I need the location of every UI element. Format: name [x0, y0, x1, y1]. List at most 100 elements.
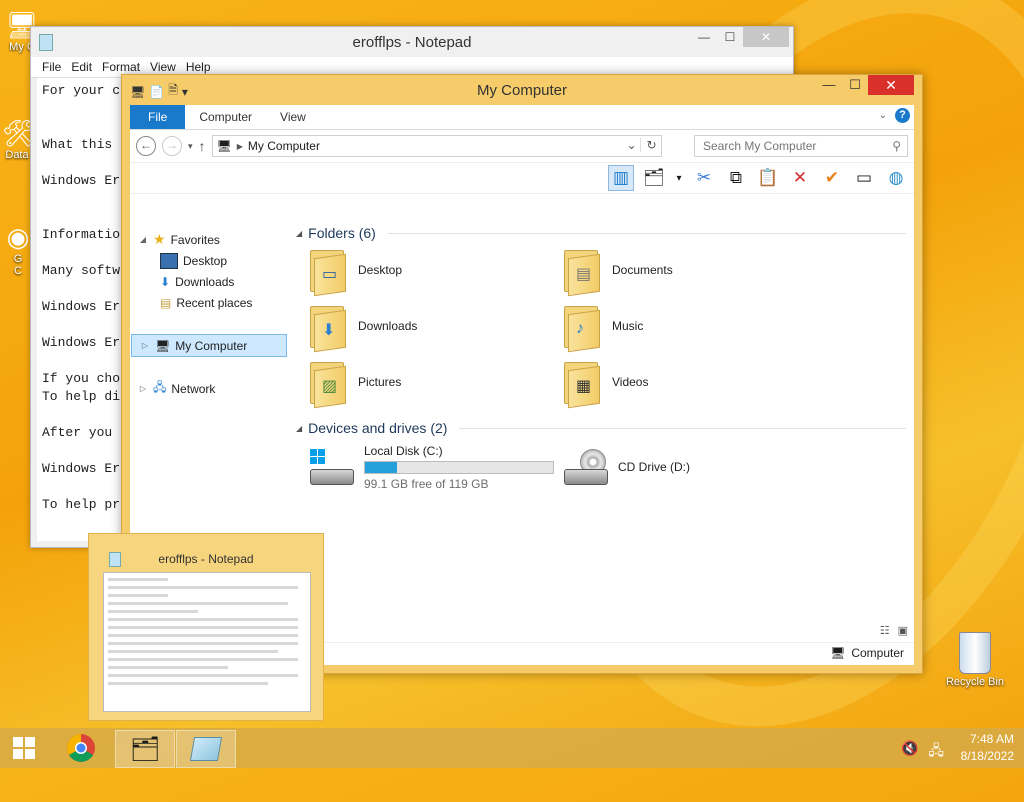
- collapse-arrow-icon[interactable]: ◢: [296, 424, 302, 433]
- network-status-icon[interactable]: 🖧: [928, 740, 944, 764]
- close-button[interactable]: ✕: [743, 27, 789, 47]
- collapse-arrow-icon[interactable]: ◢: [138, 235, 148, 244]
- computer-small-icon: 🖥: [216, 139, 232, 153]
- thumbnail-title: erofflps - Notepad: [158, 552, 254, 566]
- search-icon[interactable]: ⚲: [892, 139, 901, 153]
- forward-button[interactable]: →: [162, 136, 182, 156]
- taskbar-chrome[interactable]: [52, 730, 110, 766]
- taskbar-notepad[interactable]: [176, 730, 236, 768]
- nav-desktop[interactable]: Desktop: [130, 250, 288, 271]
- group-header-devices[interactable]: ◢ Devices and drives (2): [296, 420, 906, 436]
- system-tray: 🔇 🖧: [901, 740, 944, 764]
- maximize-button[interactable]: ☐: [842, 75, 868, 95]
- music-folder-icon: ♪: [562, 304, 602, 353]
- address-dropdown-icon[interactable]: ⌄: [626, 138, 636, 152]
- group-header-folders[interactable]: ◢ Folders (6): [296, 225, 906, 241]
- chrome-icon: [67, 734, 95, 762]
- explorer-title: My Computer: [476, 82, 568, 99]
- ribbon-tabs: File Computer View ⌄ ?: [130, 105, 914, 130]
- desktop-icon-google-chrome[interactable]: ◉ G C: [6, 222, 30, 277]
- cut-icon[interactable]: ✂: [692, 166, 716, 190]
- recent-locations-icon[interactable]: ▾: [188, 141, 193, 152]
- search-box[interactable]: ⚲: [694, 135, 908, 157]
- rename-icon[interactable]: ▭: [852, 166, 876, 190]
- address-bar[interactable]: 🖥 ▶ My Computer ⌄ ↻: [211, 135, 662, 157]
- breadcrumb-separator-icon: ▶: [236, 141, 243, 151]
- taskbar-file-explorer[interactable]: 🗂: [115, 730, 175, 768]
- paste-icon[interactable]: 📋: [756, 166, 780, 190]
- nav-recent-places[interactable]: ▤ Recent places: [130, 292, 288, 313]
- start-button[interactable]: [0, 730, 48, 766]
- expand-arrow-icon[interactable]: ▷: [140, 341, 150, 350]
- delete-icon[interactable]: ✕: [788, 166, 812, 190]
- properties-icon[interactable]: 🗂: [642, 166, 666, 190]
- recent-places-icon: ▤: [160, 295, 172, 310]
- collapse-arrow-icon[interactable]: ◢: [296, 229, 302, 238]
- help-icon[interactable]: ?: [895, 108, 910, 123]
- desktop-icon: [160, 252, 178, 269]
- drive-usage-bar: [364, 460, 554, 474]
- globe-icon[interactable]: ◍: [884, 166, 908, 190]
- explorer-title-bar[interactable]: 🖥 📄 🗎 ▾ My Computer — ☐ ✕: [122, 75, 922, 105]
- refresh-icon[interactable]: ↻: [640, 138, 657, 152]
- content-pane: ◢ Folders (6) ▭ Desktop ▤ Documents ⬇ Do…: [296, 223, 914, 641]
- nav-downloads[interactable]: ⬇ Downloads: [130, 271, 288, 292]
- tab-view[interactable]: View: [266, 105, 320, 129]
- expand-ribbon-icon[interactable]: ⌄: [879, 110, 887, 121]
- folder-icon: ▭: [308, 248, 348, 297]
- toolbar-dropdown-icon[interactable]: ▾: [674, 166, 684, 190]
- drive-cd-d[interactable]: CD Drive (D:): [562, 439, 802, 495]
- documents-folder-icon: ▤: [562, 248, 602, 297]
- tab-file[interactable]: File: [130, 105, 186, 129]
- chrome-icon: ◉: [6, 222, 30, 252]
- up-button[interactable]: ↑: [199, 138, 206, 154]
- file-explorer-icon: 🗂: [129, 735, 161, 763]
- folder-music[interactable]: ♪ Music: [562, 301, 802, 353]
- view-switcher: ☷ ▣: [880, 624, 908, 637]
- thumbnail-image: [103, 572, 311, 712]
- breadcrumb-my-computer[interactable]: My Computer: [248, 139, 320, 153]
- videos-folder-icon: ▦: [562, 360, 602, 409]
- cd-drive-icon: [562, 447, 608, 487]
- copy-icon[interactable]: ⧉: [724, 166, 748, 190]
- folder-desktop[interactable]: ▭ Desktop: [308, 245, 548, 297]
- drive-usage-fill: [365, 461, 397, 473]
- close-button[interactable]: ✕: [868, 75, 914, 95]
- minimize-button[interactable]: —: [816, 75, 842, 95]
- notepad-icon: [39, 34, 53, 51]
- star-icon: ★: [153, 231, 166, 247]
- expand-arrow-icon[interactable]: ▷: [138, 384, 148, 393]
- taskbar: 🗂 🔇 🖧 7:48 AM 8/18/2022: [0, 728, 1024, 768]
- drive-local-disk-c[interactable]: Local Disk (C:) 99.1 GB free of 119 GB: [308, 439, 558, 495]
- search-input[interactable]: [701, 138, 865, 154]
- navigation-pane-icon[interactable]: ▥: [608, 165, 634, 191]
- notepad-title-bar[interactable]: erofflps - Notepad — ☐ ✕: [31, 27, 793, 57]
- nav-my-computer[interactable]: ▷ 🖥 My Computer: [131, 334, 287, 357]
- computer-icon: 🖥: [155, 338, 171, 353]
- nav-favorites[interactable]: ◢ ★ Favorites: [130, 229, 288, 250]
- network-icon: 🖧: [153, 380, 167, 394]
- folder-downloads[interactable]: ⬇ Downloads: [308, 301, 548, 353]
- back-button[interactable]: ←: [136, 136, 156, 156]
- menu-file[interactable]: File: [37, 57, 66, 77]
- desktop-icon-recycle-bin[interactable]: Recycle Bin: [944, 632, 1006, 688]
- tab-computer[interactable]: Computer: [185, 105, 266, 129]
- taskbar-thumbnail-preview[interactable]: erofflps - Notepad: [88, 533, 324, 721]
- downloads-icon: ⬇: [160, 274, 171, 289]
- menu-edit[interactable]: Edit: [66, 57, 97, 77]
- folder-documents[interactable]: ▤ Documents: [562, 245, 802, 297]
- large-icons-view-icon[interactable]: ▣: [898, 624, 908, 637]
- address-row: ← → ▾ ↑ 🖥 ▶ My Computer ⌄ ↻ ⚲: [130, 130, 914, 163]
- desktop-icon-data[interactable]: 🛠 Data: [2, 118, 35, 161]
- volume-muted-icon[interactable]: 🔇: [901, 740, 918, 764]
- maximize-button[interactable]: ☐: [717, 27, 743, 47]
- folder-pictures[interactable]: ▨ Pictures: [308, 357, 548, 409]
- nav-network[interactable]: ▷ 🖧 Network: [130, 378, 288, 399]
- minimize-button[interactable]: —: [691, 27, 717, 47]
- windows-logo-icon: [13, 737, 35, 759]
- check-icon[interactable]: ✔: [820, 166, 844, 190]
- folder-videos[interactable]: ▦ Videos: [562, 357, 802, 409]
- details-view-icon[interactable]: ☷: [880, 624, 890, 637]
- taskbar-clock[interactable]: 7:48 AM 8/18/2022: [961, 731, 1014, 765]
- pictures-folder-icon: ▨: [308, 360, 348, 409]
